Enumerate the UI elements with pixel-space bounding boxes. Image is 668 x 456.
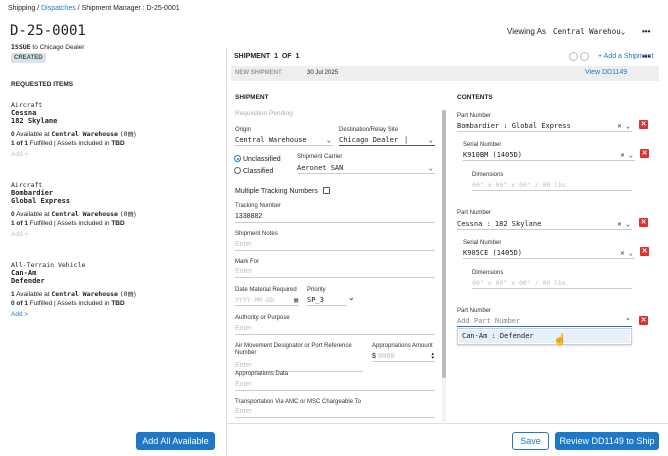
page-subtitle: ISSUE to Chicago Dealer bbox=[11, 43, 85, 51]
requested-item: Aircraft Cessna 182 Skylane 0 Available … bbox=[11, 101, 221, 158]
clear-chevron-icon: ✕ ⌄ bbox=[617, 122, 630, 130]
requested-heading: REQUESTED ITEMS bbox=[11, 81, 74, 88]
shipment-nav bbox=[569, 52, 589, 63]
contents-heading: CONTENTS bbox=[457, 94, 493, 101]
chevron-down-icon: ⌄ bbox=[428, 136, 433, 144]
dimensions-input[interactable]: 00" x 00" x 00" / 00 lbs. bbox=[472, 279, 632, 289]
part-number-dropdown: Can-Am : Defender bbox=[457, 328, 632, 345]
delete-icon[interactable]: ✕ bbox=[639, 218, 648, 227]
add-link[interactable]: Add + bbox=[11, 231, 221, 238]
clear-chevron-icon: ✕ ⌄ bbox=[620, 249, 633, 257]
scrollbar-track[interactable] bbox=[442, 110, 446, 422]
clear-chevron-icon: ✕ ⌄ bbox=[620, 151, 633, 159]
cursor-icon: ☝ bbox=[553, 334, 567, 346]
add-part-number-input[interactable]: Add Part Number ⌃ bbox=[457, 317, 632, 327]
next-shipment-icon[interactable] bbox=[580, 52, 589, 61]
serial-number-select[interactable]: K910BM (1405D) ✕ ⌄ bbox=[463, 151, 635, 161]
scrollbar-thumb[interactable] bbox=[442, 110, 446, 378]
part-number-select[interactable]: Bombardier : Global Express ✕ ⌄ bbox=[457, 122, 632, 132]
add-link[interactable]: Add + bbox=[11, 151, 221, 158]
clear-chevron-icon: ✕ ⌄ bbox=[617, 220, 630, 228]
page-title: D-25-0001 bbox=[10, 23, 86, 39]
stepper-icon: ▴ ▾ bbox=[431, 351, 434, 361]
status-badge: CREATED bbox=[11, 53, 46, 63]
breadcrumb: Shipping / Dispatches / Shipment Manager… bbox=[8, 5, 180, 12]
breadcrumb-current: Shipment Manager : D-25-0001 bbox=[81, 5, 180, 12]
priority-select[interactable]: SP_3 bbox=[307, 296, 347, 306]
chevron-down-icon: ⌄ bbox=[620, 27, 626, 36]
chevron-down-icon: ⌄ bbox=[348, 293, 355, 302]
box-icon: ▤ bbox=[127, 211, 134, 218]
appropriations-amount-input[interactable]: $ 0000 ▴ ▾ bbox=[372, 352, 435, 362]
delete-icon[interactable]: ✕ bbox=[639, 316, 648, 325]
chevron-up-icon: ⌃ bbox=[625, 317, 630, 325]
box-icon: ▤ bbox=[127, 291, 134, 298]
carrier-select[interactable]: Aeronet SAN ⌄ bbox=[297, 164, 435, 174]
shipment-notes-input[interactable]: Enter bbox=[235, 241, 435, 251]
delete-icon[interactable]: ✕ bbox=[639, 120, 648, 129]
review-dd1149-button[interactable]: Review DD1149 to Ship bbox=[555, 432, 659, 450]
mark-for-input[interactable]: Enter bbox=[235, 268, 435, 278]
add-link[interactable]: Add > bbox=[11, 311, 221, 318]
appropriations-data-input[interactable]: Enter bbox=[235, 381, 435, 391]
viewing-as-select[interactable]: Central Warehou⌄ bbox=[553, 27, 625, 36]
transportation-input[interactable]: Enter bbox=[235, 408, 435, 418]
footer-divider bbox=[227, 423, 668, 424]
origin-select[interactable]: Central Warehouse ⌄ bbox=[235, 136, 333, 146]
viewing-as-label: Viewing As bbox=[507, 27, 546, 36]
radio-classified[interactable]: Classified bbox=[234, 166, 273, 175]
prev-shipment-icon[interactable] bbox=[569, 52, 578, 61]
view-dd1149-link[interactable]: View DD1149 bbox=[585, 69, 627, 76]
dropdown-option[interactable]: Can-Am : Defender bbox=[459, 330, 630, 343]
tracking-number-input[interactable]: 1338882 bbox=[235, 213, 435, 223]
requested-item: Aircraft Bombardier Global Express 0 Ava… bbox=[11, 181, 221, 238]
shipment-status: Requisition Pending bbox=[235, 110, 293, 117]
shipment-bar: SHIPMENT 1 OF 1 bbox=[234, 53, 300, 60]
delete-icon[interactable]: ✕ bbox=[640, 247, 649, 256]
radio-unclassified[interactable]: Unclassified bbox=[234, 154, 281, 163]
add-all-available-button[interactable]: Add All Available bbox=[136, 432, 215, 450]
dimensions-input[interactable]: 00" x 00" x 00" / 00 lbs. bbox=[472, 181, 632, 191]
chevron-down-icon: ⌄ bbox=[428, 164, 433, 172]
calendar-icon: ▦ bbox=[294, 296, 298, 304]
part-number-select[interactable]: Cessna : 182 Skylane ✕ ⌄ bbox=[457, 220, 632, 230]
breadcrumb-shipping[interactable]: Shipping bbox=[8, 5, 35, 12]
serial-number-select[interactable]: K905CE (1405D) ✕ ⌄ bbox=[463, 249, 635, 259]
breadcrumb-dispatches[interactable]: Dispatches bbox=[41, 5, 76, 12]
destination-select[interactable]: Chicago Dealer | ⌄ bbox=[339, 136, 435, 146]
multiple-tracking-checkbox[interactable]: Multiple Tracking Numbers bbox=[235, 186, 330, 195]
chevron-down-icon: ⌄ bbox=[326, 136, 331, 144]
box-icon: ▤ bbox=[127, 131, 134, 138]
save-button[interactable]: Save bbox=[512, 432, 549, 450]
delete-icon[interactable]: ✕ bbox=[640, 149, 649, 158]
authority-input[interactable]: Enter bbox=[235, 325, 435, 335]
more-menu-icon[interactable]: ••• bbox=[642, 27, 650, 36]
new-shipment-strip: NEW SHIPMENT 30 Jul 2025 View DD1149 bbox=[231, 66, 659, 81]
panel-divider bbox=[226, 47, 227, 456]
shipment-more-icon[interactable]: ••• bbox=[642, 52, 650, 61]
date-required-input[interactable]: YYYY-MM-DD ▦ bbox=[235, 296, 299, 306]
shipment-heading: SHIPMENT bbox=[235, 94, 269, 101]
requested-item: All-Terrain Vehicle Can-Am Defender 1 Av… bbox=[11, 261, 221, 318]
